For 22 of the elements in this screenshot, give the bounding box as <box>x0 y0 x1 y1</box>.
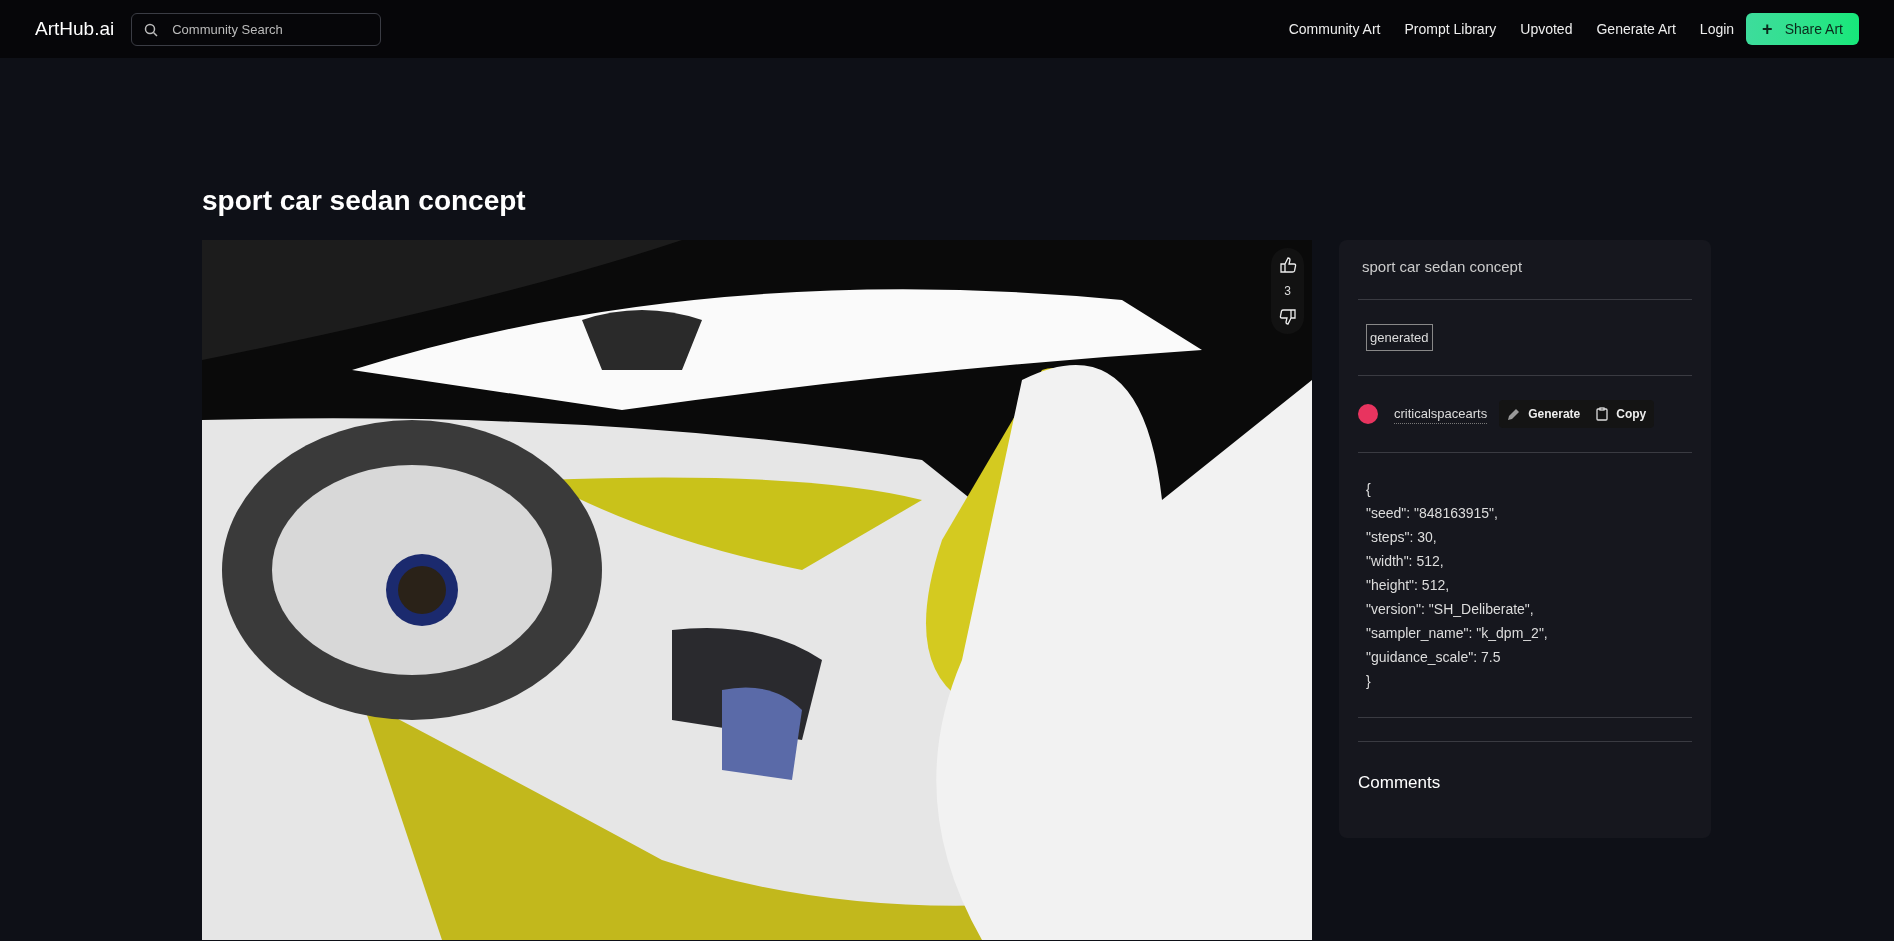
tag[interactable]: generated <box>1366 323 1433 351</box>
pencil-icon <box>1507 407 1521 421</box>
nav-link[interactable]: Upvoted <box>1520 18 1573 40</box>
thumbs-down-icon[interactable] <box>1278 308 1297 326</box>
share-art-button[interactable]: + Share Art <box>1746 13 1859 45</box>
page-title: sport car sedan concept <box>202 184 527 218</box>
nav-link[interactable]: Login <box>1699 18 1735 40</box>
vote-count: 3 <box>1284 283 1291 300</box>
author-link[interactable]: criticalspacearts <box>1394 403 1488 425</box>
search-field[interactable]: Community Search <box>131 12 382 46</box>
thumbs-up-icon[interactable] <box>1278 256 1297 274</box>
search-icon <box>144 22 159 37</box>
nav-link[interactable]: Generate Art <box>1596 18 1676 40</box>
clipboard-icon <box>1596 407 1609 421</box>
nav-link[interactable]: Community Art <box>1288 18 1381 40</box>
generate-button[interactable]: Generate <box>1499 400 1589 428</box>
site-logo[interactable]: ArtHub.ai <box>35 14 115 44</box>
parameters-text: { "seed": "848163915", "steps": 30, "width": 512, "height": 512, "version": "SH_Deliberate", "sampler_name": "k_dpm_2", "guidance_scale": 7.5 } <box>1358 453 1692 718</box>
copy-button[interactable]: Copy <box>1588 400 1655 428</box>
prompt-text: sport car sedan concept <box>1358 256 1692 300</box>
nav-link[interactable]: Prompt Library <box>1404 18 1497 40</box>
comments-heading: Comments <box>1358 772 1442 794</box>
